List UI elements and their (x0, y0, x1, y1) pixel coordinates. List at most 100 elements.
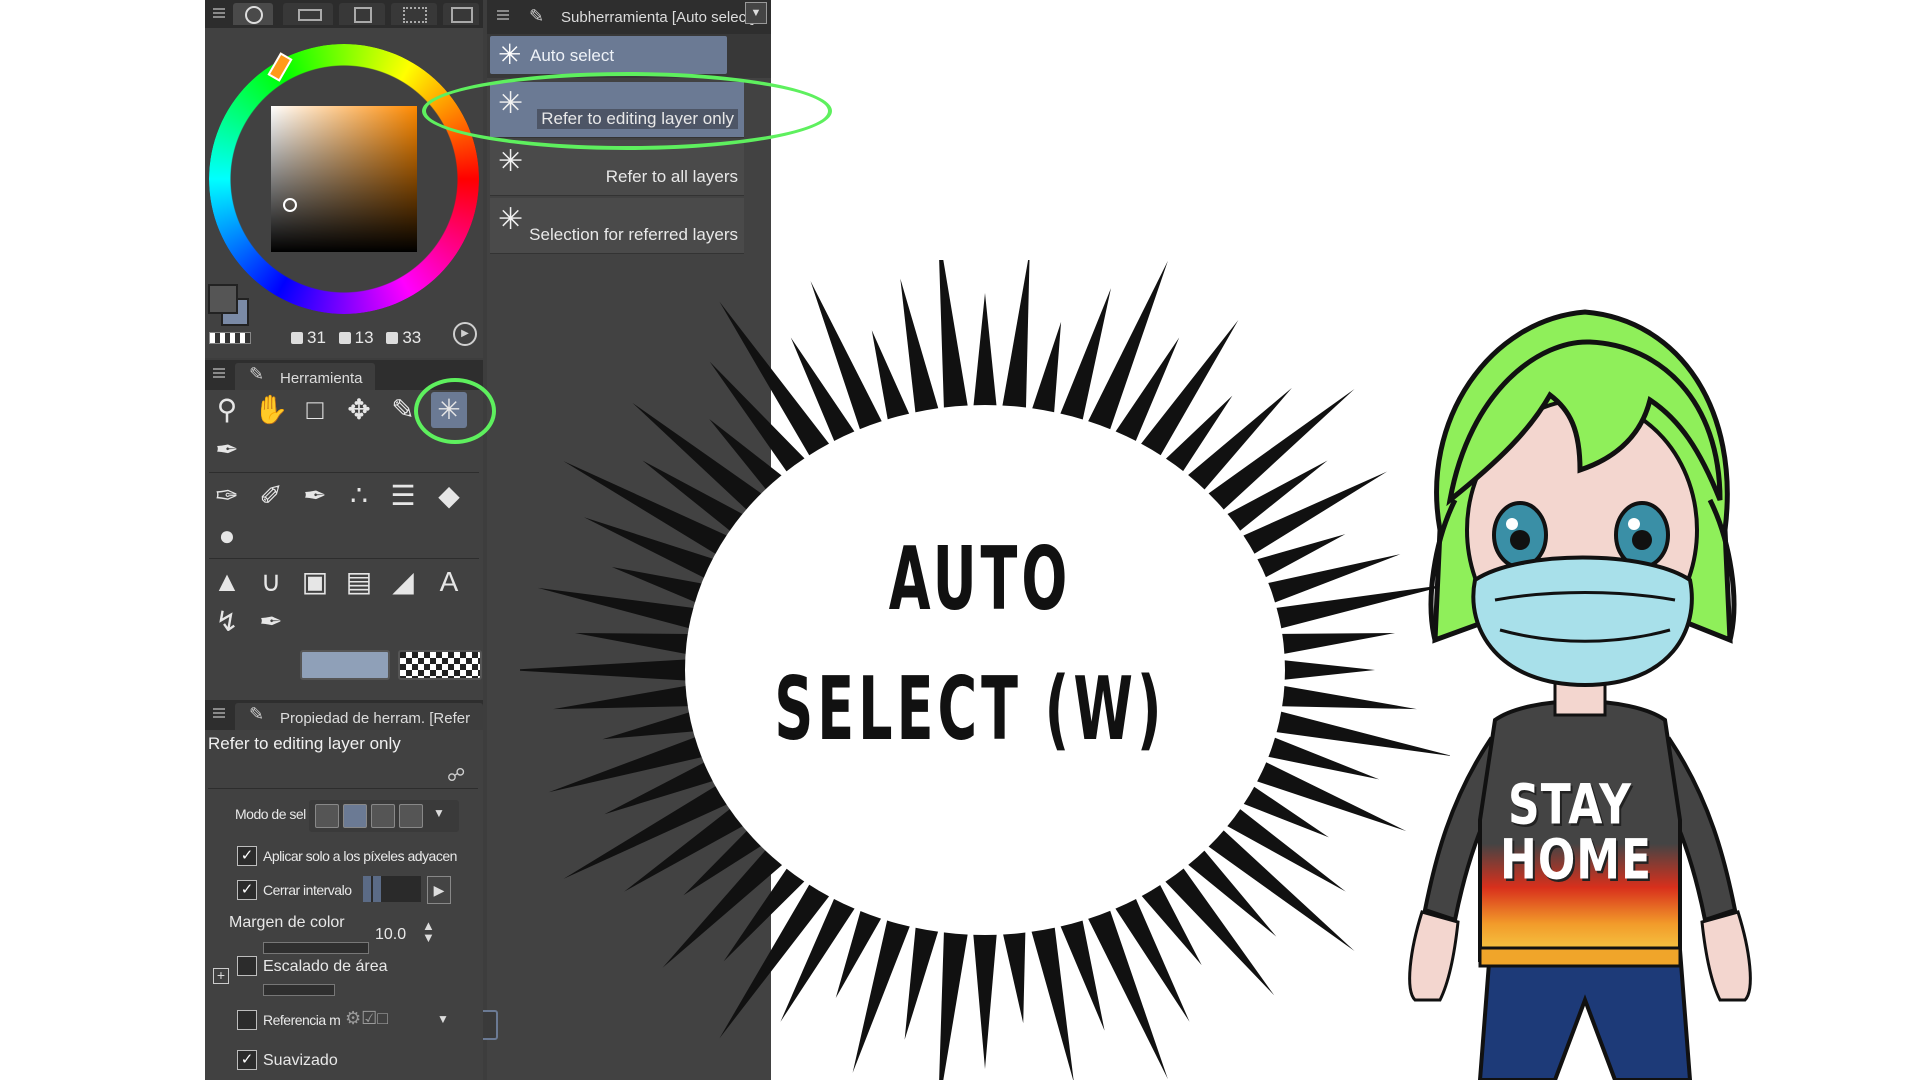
object-icon[interactable]: □ (297, 392, 333, 428)
hand-icon[interactable]: ✋ (253, 392, 289, 428)
burst-spike (1000, 919, 1026, 1024)
tool-panel-title: Herramienta (280, 370, 363, 387)
frame-border-icon[interactable]: ▤ (341, 564, 377, 600)
reference-layer-icons[interactable]: ⚙☑□ (345, 1008, 388, 1029)
apply-adjacent-label: Aplicar solo a los píxeles adyacen (263, 848, 457, 864)
auto-select-icon: ✳ (498, 39, 522, 70)
brush-icon[interactable]: ✒ (297, 478, 333, 514)
reference-label: Referencia m (263, 1012, 341, 1028)
burst-spike (939, 260, 970, 421)
close-gap-next-button[interactable]: ▶ (427, 876, 451, 904)
color-wheel-panel: 31 13 33 ▶ (205, 0, 483, 358)
tool-property-icon: ✎ (249, 704, 265, 724)
subtool-menu-icon[interactable] (497, 10, 509, 12)
highlight-circle (414, 378, 496, 444)
pen-icon[interactable]: ✑ (209, 478, 245, 514)
move-icon[interactable]: ✥ (341, 392, 377, 428)
color-margin-slider[interactable] (263, 942, 369, 954)
auto-select-icon: ✳ (498, 203, 524, 236)
sub-color-chip[interactable] (300, 650, 390, 680)
area-scaling-checkbox[interactable] (237, 956, 257, 976)
close-gap-bar-segment (373, 876, 381, 902)
subtract-selection-button[interactable] (371, 804, 395, 828)
correct-line-icon[interactable]: ✒ (253, 604, 289, 640)
tab-color-wheel[interactable] (233, 3, 273, 25)
saturation-value-square[interactable] (271, 106, 417, 252)
selection-mode-dropdown-icon[interactable]: ▼ (433, 806, 445, 820)
tool-divider (209, 472, 479, 473)
property-menu-icon[interactable] (213, 708, 225, 710)
lock-icon[interactable]: ☍ (447, 765, 465, 786)
tab-intermediate-color[interactable] (391, 3, 437, 25)
new-selection-button[interactable] (315, 804, 339, 828)
transparent-color-swatch[interactable] (209, 332, 251, 344)
burst-spike (939, 919, 970, 1080)
main-color-swatch[interactable] (208, 284, 238, 314)
eyedropper-icon[interactable]: ✒ (209, 432, 245, 468)
subtool-dropdown-icon[interactable]: ▼ (745, 2, 767, 24)
burst-spike (972, 293, 998, 419)
tab-color-set[interactable] (339, 3, 385, 25)
reference-dropdown-icon[interactable]: ▼ (437, 1012, 449, 1026)
burst-text-line2: SELECT (W) (774, 659, 1166, 761)
tool-menu-icon[interactable] (213, 368, 225, 370)
sv-marker[interactable] (283, 198, 297, 212)
subtool-pen-icon: ✎ (529, 6, 545, 26)
shirt-text-line2: HOME (1500, 828, 1653, 893)
reference-checkbox[interactable] (237, 1010, 257, 1030)
apply-adjacent-checkbox[interactable]: ✓ (237, 846, 257, 866)
tool-pen-icon: ✎ (249, 364, 265, 384)
color-panel-tabs (205, 0, 483, 28)
close-gap-bar-segment (363, 876, 371, 902)
antialias-checkbox[interactable]: ✓ (237, 1050, 257, 1070)
eraser-icon[interactable]: ◆ (431, 478, 467, 514)
close-gap-bar[interactable] (363, 876, 421, 902)
text-icon[interactable]: A (431, 564, 467, 600)
panel-menu-icon[interactable] (213, 8, 225, 10)
area-scaling-label: Escalado de área (263, 958, 388, 975)
add-selection-button[interactable] (343, 804, 367, 828)
area-scaling-slider[interactable] (263, 984, 335, 996)
burst-spike (520, 658, 701, 682)
highlight-ellipse (422, 72, 832, 150)
blend-icon[interactable]: ● (209, 518, 245, 554)
expand-icon[interactable]: + (213, 968, 229, 984)
intersect-selection-button[interactable] (399, 804, 423, 828)
close-gap-label: Cerrar intervalo (263, 882, 352, 898)
right-hand (1700, 910, 1752, 1002)
hue-icon (291, 332, 303, 344)
left-eye-shine (1506, 518, 1518, 530)
tab-approx-color[interactable] (443, 3, 479, 25)
tool-property-panel: ✎ Propiedad de herram. [Refer Refer to e… (205, 700, 483, 1080)
auto-select-icon: ✳ (498, 145, 524, 178)
subtool-selection-referred-layers[interactable]: ✳ Selection for referred layers (490, 198, 744, 254)
decoration-icon[interactable]: ☰ (385, 478, 421, 514)
selection-mode-label: Modo de sel (235, 806, 306, 822)
fill-icon[interactable]: ▲ (209, 564, 245, 600)
gradient-icon[interactable]: ▣ (297, 564, 333, 600)
color-mode-switch-icon[interactable]: ▶ (453, 322, 477, 346)
color-margin-spinner-icon[interactable]: ▲ ▼ (422, 919, 435, 944)
transparent-color-chip[interactable] (398, 650, 482, 680)
figure-icon[interactable]: ∪ (253, 564, 289, 600)
tab-color-slider[interactable] (283, 3, 333, 25)
subtool-group-label: Auto select (530, 46, 615, 65)
burst-spike (553, 683, 703, 710)
subtool-group-auto-select[interactable]: ✳ Auto select (490, 36, 727, 74)
brightness-value: 33 (402, 328, 422, 347)
sweater-hem (1478, 946, 1682, 968)
close-gap-checkbox[interactable]: ✓ (237, 880, 257, 900)
pencil-icon[interactable]: ✐ (253, 478, 289, 514)
color-wheel-icon (245, 6, 263, 24)
color-margin-value[interactable]: 10.0 (375, 926, 425, 944)
burst-spike (574, 633, 703, 657)
property-divider (208, 788, 478, 789)
airbrush-icon[interactable]: ∴ (341, 478, 377, 514)
face-mask (1471, 555, 1694, 688)
right-eye-shine (1628, 518, 1640, 530)
zoom-icon[interactable]: ⚲ (209, 392, 245, 428)
balloon-icon[interactable]: ↯ (209, 604, 245, 640)
jeans (1477, 948, 1693, 1080)
ruler-icon[interactable]: ◢ (385, 564, 421, 600)
saturation-icon (338, 332, 351, 344)
